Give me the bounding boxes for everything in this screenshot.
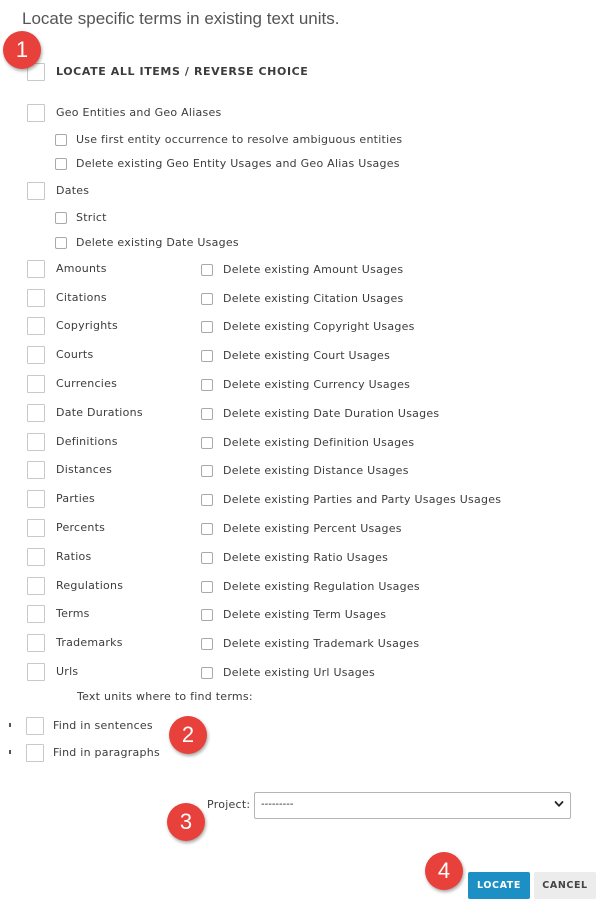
copyrights-label: Copyrights xyxy=(56,319,118,332)
definitions-delete-label: Delete existing Definition Usages xyxy=(223,436,415,449)
project-select-value: --------- xyxy=(261,799,294,810)
dates-strict-label: Strict xyxy=(76,211,107,224)
find-in-sentences-label: Find in sentences xyxy=(53,719,153,732)
definitions-checkbox[interactable] xyxy=(27,433,45,451)
citations-checkbox[interactable] xyxy=(27,289,45,307)
regulations-delete-label: Delete existing Regulation Usages xyxy=(223,580,420,593)
find-in-sentences-checkbox[interactable] xyxy=(26,717,44,735)
terms-delete-checkbox[interactable] xyxy=(201,609,213,621)
parties-delete-label: Delete existing Parties and Party Usages… xyxy=(223,493,502,506)
currencies-delete-label: Delete existing Currency Usages xyxy=(223,378,411,391)
project-label: Project: xyxy=(207,798,251,811)
dates-delete-checkbox[interactable] xyxy=(55,237,67,249)
subtitle: Locate specific terms in existing text u… xyxy=(22,9,340,28)
copyrights-delete-label: Delete existing Copyright Usages xyxy=(223,320,415,333)
trademarks-label: Trademarks xyxy=(56,636,123,649)
dates-checkbox[interactable] xyxy=(27,182,45,200)
courts-delete-checkbox[interactable] xyxy=(201,350,213,362)
definitions-label: Definitions xyxy=(56,435,118,448)
regulations-checkbox[interactable] xyxy=(27,577,45,595)
courts-checkbox[interactable] xyxy=(27,346,45,364)
distances-delete-label: Delete existing Distance Usages xyxy=(223,464,409,477)
find-in-paragraphs-label: Find in paragraphs xyxy=(53,746,160,759)
chevron-down-icon xyxy=(554,801,564,807)
terms-delete-label: Delete existing Term Usages xyxy=(223,608,387,621)
percents-delete-checkbox[interactable] xyxy=(201,523,213,535)
dates-strict-checkbox[interactable] xyxy=(55,212,67,224)
ratios-label: Ratios xyxy=(56,550,92,563)
parties-checkbox[interactable] xyxy=(27,490,45,508)
parties-label: Parties xyxy=(56,492,96,505)
courts-label: Courts xyxy=(56,348,94,361)
citations-delete-label: Delete existing Citation Usages xyxy=(223,292,404,305)
currencies-delete-checkbox[interactable] xyxy=(201,379,213,391)
urls-delete-checkbox[interactable] xyxy=(201,667,213,679)
amounts-checkbox[interactable] xyxy=(27,260,45,278)
urls-checkbox[interactable] xyxy=(27,663,45,681)
distances-checkbox[interactable] xyxy=(27,461,45,479)
annotation-marker-3: 3 xyxy=(167,803,205,841)
terms-label: Terms xyxy=(56,607,90,620)
find-in-paragraphs-checkbox[interactable] xyxy=(26,744,44,762)
trademarks-checkbox[interactable] xyxy=(27,634,45,652)
annotation-marker-2: 2 xyxy=(169,716,207,754)
percents-checkbox[interactable] xyxy=(27,519,45,537)
dates-label: Dates xyxy=(56,184,90,197)
date-durations-delete-checkbox[interactable] xyxy=(201,408,213,420)
terms-checkbox[interactable] xyxy=(27,605,45,623)
cancel-button[interactable]: CANCEL xyxy=(534,872,596,899)
annotation-marker-4: 4 xyxy=(425,852,463,890)
urls-delete-label: Delete existing Url Usages xyxy=(223,666,375,679)
regulations-label: Regulations xyxy=(56,579,124,592)
geo-delete-checkbox[interactable] xyxy=(55,158,67,170)
bullet-marker xyxy=(9,723,11,727)
distances-label: Distances xyxy=(56,463,113,476)
ratios-delete-label: Delete existing Ratio Usages xyxy=(223,551,389,564)
courts-delete-label: Delete existing Court Usages xyxy=(223,349,391,362)
parties-delete-checkbox[interactable] xyxy=(201,494,213,506)
bullet-marker xyxy=(9,750,11,754)
geo-first-occurrence-checkbox[interactable] xyxy=(55,134,67,146)
locate-button[interactable]: LOCATE xyxy=(468,872,530,899)
ratios-checkbox[interactable] xyxy=(27,548,45,566)
geo-first-occurrence-label: Use first entity occurrence to resolve a… xyxy=(76,133,403,146)
urls-label: Urls xyxy=(56,665,79,678)
citations-delete-checkbox[interactable] xyxy=(201,293,213,305)
currencies-label: Currencies xyxy=(56,377,118,390)
date-durations-delete-label: Delete existing Date Duration Usages xyxy=(223,407,440,420)
trademarks-delete-label: Delete existing Trademark Usages xyxy=(223,637,420,650)
geo-checkbox[interactable] xyxy=(27,104,45,122)
percents-delete-label: Delete existing Percent Usages xyxy=(223,522,402,535)
geo-delete-label: Delete existing Geo Entity Usages and Ge… xyxy=(76,157,400,170)
annotation-marker-1: 1 xyxy=(3,31,41,69)
definitions-delete-checkbox[interactable] xyxy=(201,437,213,449)
copyrights-checkbox[interactable] xyxy=(27,317,45,335)
citations-label: Citations xyxy=(56,291,107,304)
copyrights-delete-checkbox[interactable] xyxy=(201,321,213,333)
locate-all-label: LOCATE ALL ITEMS / REVERSE CHOICE xyxy=(56,65,309,78)
dates-delete-label: Delete existing Date Usages xyxy=(76,236,239,249)
project-select[interactable]: --------- xyxy=(254,792,571,819)
date-durations-label: Date Durations xyxy=(56,406,143,419)
distances-delete-checkbox[interactable] xyxy=(201,465,213,477)
amounts-delete-checkbox[interactable] xyxy=(201,264,213,276)
currencies-checkbox[interactable] xyxy=(27,375,45,393)
date-durations-checkbox[interactable] xyxy=(27,404,45,422)
trademarks-delete-checkbox[interactable] xyxy=(201,638,213,650)
regulations-delete-checkbox[interactable] xyxy=(201,581,213,593)
text-units-label: Text units where to find terms: xyxy=(77,690,253,703)
percents-label: Percents xyxy=(56,521,106,534)
ratios-delete-checkbox[interactable] xyxy=(201,552,213,564)
amounts-label: Amounts xyxy=(56,262,107,275)
amounts-delete-label: Delete existing Amount Usages xyxy=(223,263,404,276)
geo-label: Geo Entities and Geo Aliases xyxy=(56,106,222,119)
